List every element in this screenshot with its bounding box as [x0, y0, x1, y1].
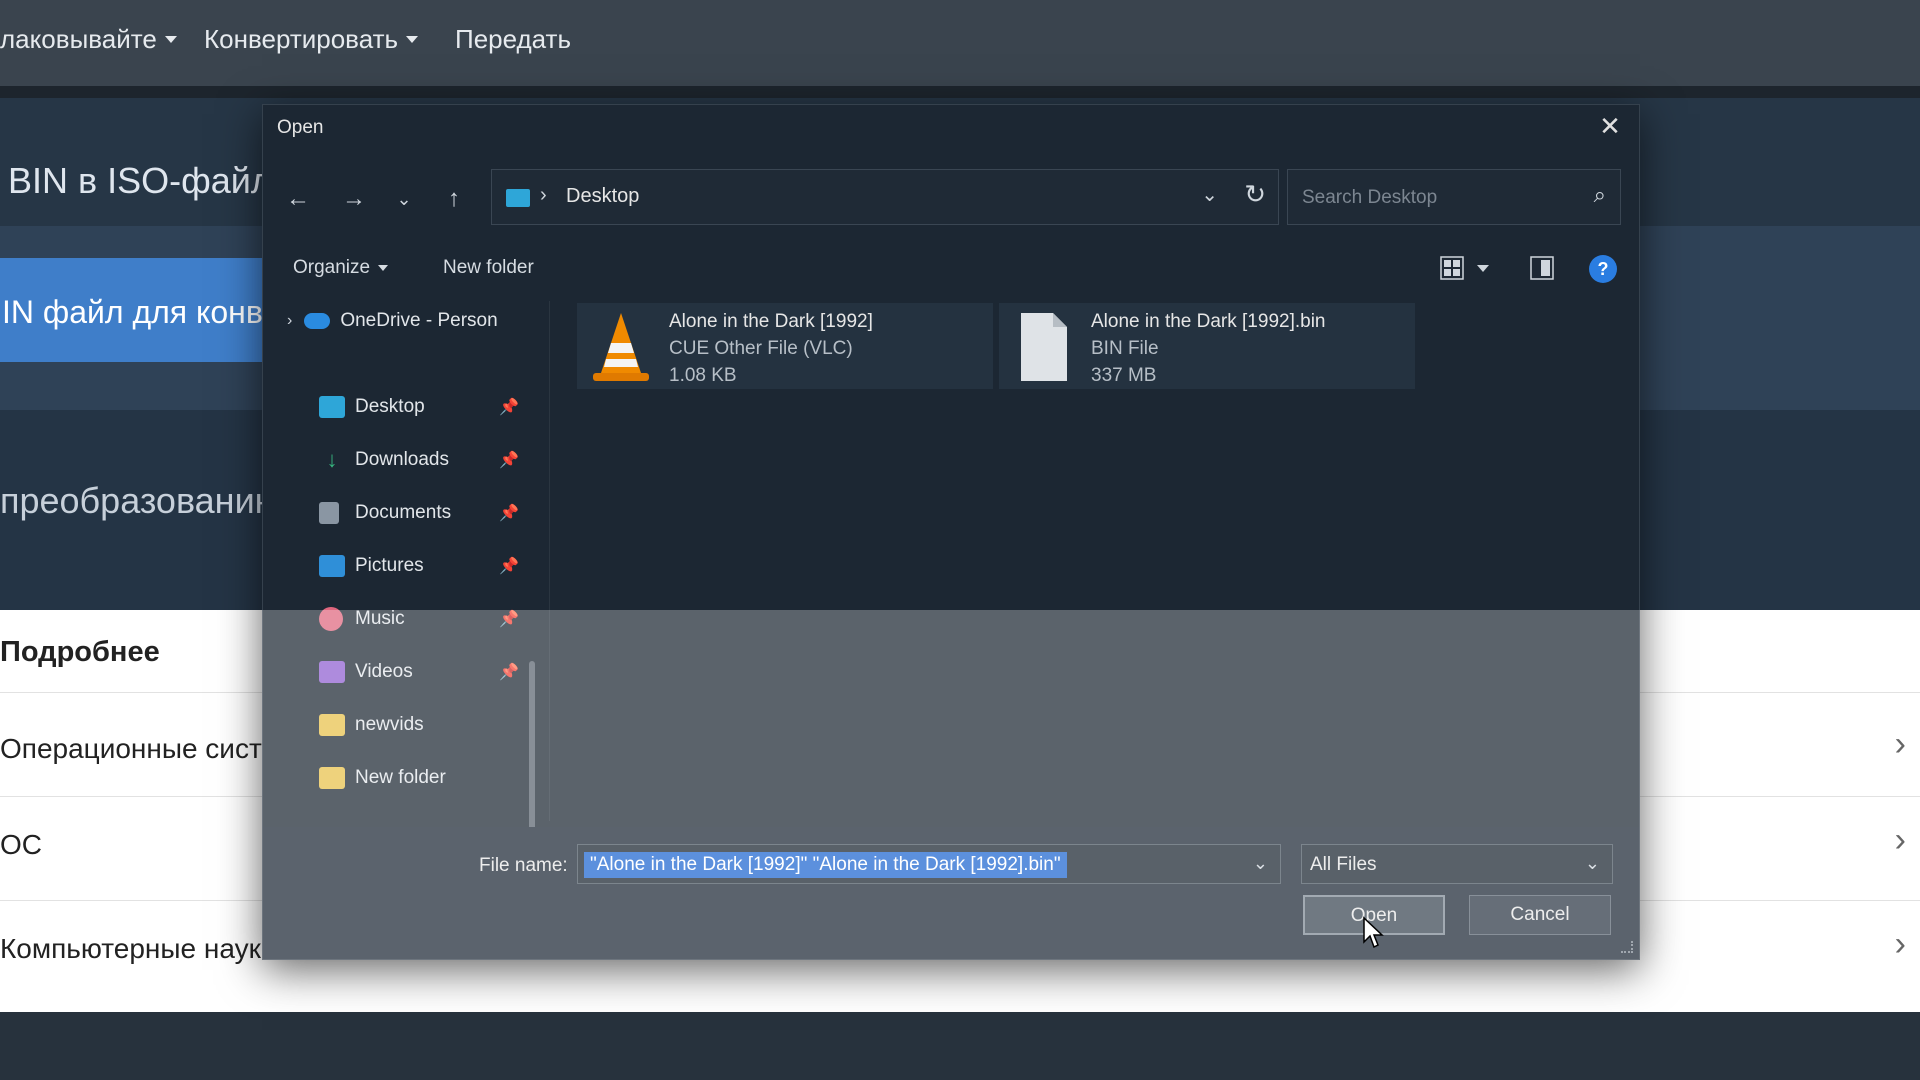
file-size: 337 MB	[1091, 365, 1157, 386]
sidebar-item-label: Videos	[355, 661, 413, 682]
file-type: BIN File	[1091, 338, 1159, 359]
page-title: BIN в ISO-файл	[8, 160, 272, 201]
details-row-label: Компьютерные науки	[0, 933, 277, 964]
file-name-label: File name:	[479, 855, 568, 876]
downloads-icon: ↓	[326, 447, 338, 472]
chevron-right-icon: ›	[1894, 821, 1906, 859]
sidebar-item-desktop[interactable]: Desktop	[319, 387, 425, 427]
folder-icon	[319, 714, 345, 736]
file-name: Alone in the Dark [1992].bin	[1091, 311, 1326, 332]
address-dropdown-icon[interactable]: ⌄	[1201, 182, 1218, 207]
details-row-label: Операционные систем	[0, 733, 297, 764]
forward-arrow-icon[interactable]: →	[339, 181, 369, 217]
sidebar-item-documents[interactable]: Documents	[319, 493, 451, 533]
change-view-icon[interactable]	[1439, 255, 1465, 281]
sidebar-item-newvids[interactable]: newvids	[319, 705, 424, 745]
breadcrumb-location[interactable]: Desktop	[566, 185, 639, 208]
site-top-nav: лаковывайте Конвертировать Передать	[0, 0, 1920, 86]
file-icon	[1021, 313, 1067, 381]
sidebar-item-onedrive[interactable]: › OneDrive - Person	[287, 301, 498, 341]
chevron-down-icon: ⌄	[1584, 853, 1600, 873]
pane-divider	[549, 301, 550, 821]
nav-menu-transfer[interactable]: Передать	[455, 24, 571, 55]
sidebar-item-videos[interactable]: Videos	[319, 652, 413, 692]
cancel-button[interactable]: Cancel	[1469, 895, 1611, 935]
preview-pane-icon[interactable]	[1529, 255, 1555, 281]
navigation-pane: › OneDrive - Person Desktop 📌 ↓ Download…	[263, 295, 551, 861]
nav-menu-unpack-label: лаковывайте	[0, 24, 157, 54]
organize-label: Organize	[293, 257, 371, 278]
sidebar-item-label: Pictures	[355, 555, 424, 576]
refresh-icon[interactable]: ↻	[1244, 179, 1266, 210]
sidebar-item-music[interactable]: Music	[319, 599, 405, 639]
file-name-value: "Alone in the Dark [1992]" "Alone in the…	[584, 852, 1067, 878]
help-icon[interactable]: ?	[1589, 255, 1617, 283]
documents-icon	[319, 502, 339, 524]
close-icon[interactable]: ✕	[1593, 111, 1627, 141]
sidebar-item-label: OneDrive - Person	[340, 310, 498, 331]
address-bar[interactable]: › Desktop ⌄ ↻	[491, 169, 1279, 225]
dialog-title: Open	[277, 117, 324, 138]
pin-icon: 📌	[499, 399, 519, 416]
sidebar-item-label: Desktop	[355, 396, 425, 417]
file-name-input[interactable]: "Alone in the Dark [1992]" "Alone in the…	[577, 844, 1281, 884]
site-footer	[0, 1012, 1920, 1080]
back-arrow-icon[interactable]: ←	[283, 181, 313, 217]
file-type: CUE Other File (VLC)	[669, 338, 853, 359]
nav-menu-convert[interactable]: Конвертировать	[204, 24, 419, 55]
pin-icon: 📌	[499, 664, 519, 681]
new-folder-button[interactable]: New folder	[443, 257, 534, 279]
file-name-dropdown-icon[interactable]: ⌄	[1253, 853, 1268, 874]
chevron-right-icon: ›	[1894, 725, 1906, 763]
nav-divider	[0, 86, 1920, 98]
organize-button[interactable]: Organize	[293, 257, 389, 279]
sidebar-item-label: newvids	[355, 714, 424, 735]
details-row-label: ОС	[0, 829, 42, 860]
nav-menu-unpack[interactable]: лаковывайте	[0, 24, 177, 55]
file-name: Alone in the Dark [1992]	[669, 311, 873, 332]
pin-icon: 📌	[499, 611, 519, 628]
pictures-icon	[319, 555, 345, 577]
nav-menu-convert-label: Конвертировать	[204, 24, 399, 54]
sidebar-item-new-folder[interactable]: New folder	[319, 758, 446, 798]
pin-icon: 📌	[499, 452, 519, 469]
nav-menu-transfer-label: Передать	[455, 24, 572, 54]
file-item[interactable]: Alone in the Dark [1992] CUE Other File …	[577, 303, 993, 389]
breadcrumb-separator: ›	[540, 184, 547, 206]
recent-locations-chevron-icon[interactable]: ⌄	[389, 181, 419, 217]
chevron-right-icon: ›	[1894, 925, 1906, 963]
desktop-icon	[319, 396, 345, 418]
onedrive-cloud-icon	[304, 313, 331, 329]
file-type-select[interactable]: All Files ⌄	[1301, 844, 1613, 884]
vlc-icon	[593, 313, 649, 381]
file-item[interactable]: Alone in the Dark [1992].bin BIN File 33…	[999, 303, 1415, 389]
folder-icon	[319, 767, 345, 789]
sidebar-item-label: Downloads	[355, 449, 449, 470]
up-arrow-icon[interactable]: ↑	[439, 181, 469, 217]
videos-icon	[319, 661, 345, 683]
sidebar-item-downloads[interactable]: ↓ Downloads	[319, 440, 450, 480]
file-size: 1.08 KB	[669, 365, 737, 386]
pin-icon: 📌	[499, 558, 519, 575]
mouse-cursor-icon	[1363, 916, 1384, 949]
view-options-chevron-icon[interactable]	[1477, 265, 1489, 272]
chevron-down-icon	[406, 36, 419, 43]
sidebar-item-label: Documents	[355, 502, 452, 523]
chevron-down-icon	[164, 36, 177, 43]
sidebar-item-label: New folder	[355, 767, 446, 788]
open-file-dialog: Open ✕ ← → ⌄ ↑ › Desktop ⌄ ↻ Search Desk…	[262, 104, 1640, 960]
pin-icon: 📌	[499, 505, 519, 522]
search-icon: ⌕	[1593, 182, 1606, 207]
details-heading: Подробнее	[0, 636, 160, 668]
expand-chevron-icon[interactable]: ›	[287, 312, 292, 330]
sidebar-item-pictures[interactable]: Pictures	[319, 546, 424, 586]
resize-grip[interactable]	[1621, 941, 1633, 953]
search-input[interactable]: Search Desktop ⌕	[1287, 169, 1621, 225]
file-type-value: All Files	[1310, 854, 1377, 875]
sidebar-item-label: Music	[355, 608, 405, 629]
music-icon	[319, 607, 343, 631]
desktop-folder-icon	[506, 189, 530, 207]
search-placeholder: Search Desktop	[1302, 187, 1438, 208]
chevron-down-icon	[378, 264, 389, 271]
